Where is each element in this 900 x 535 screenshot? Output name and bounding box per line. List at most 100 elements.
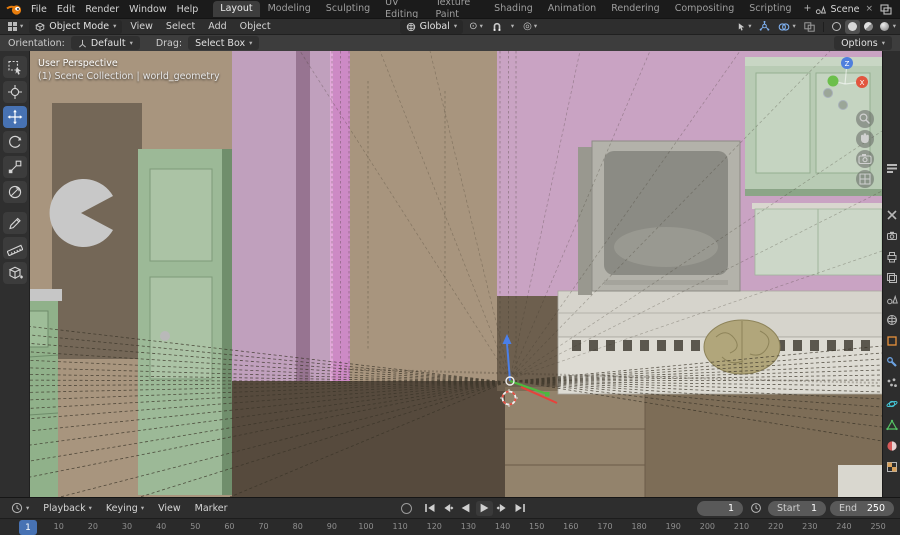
scene-name: Scene	[830, 3, 860, 15]
tab-sculpting[interactable]: Sculpting	[319, 1, 377, 17]
nav-axis-y[interactable]	[827, 75, 839, 87]
pivot-point-selector[interactable]: ⊙ ▾	[466, 20, 486, 34]
world-properties-icon	[886, 315, 897, 325]
frame-end-field[interactable]: End 250	[830, 500, 894, 516]
prev-keyframe-button[interactable]	[440, 501, 457, 516]
nav-axis-neg-y[interactable]	[823, 88, 833, 98]
tab-scene[interactable]	[884, 292, 900, 306]
menu-view[interactable]: View	[125, 20, 158, 33]
menu-edit[interactable]: Edit	[52, 3, 80, 16]
orientation-value: Default	[90, 37, 126, 49]
menu-add[interactable]: Add	[203, 20, 231, 33]
tool-select-box[interactable]	[2, 56, 27, 78]
viewport-canvas[interactable]: X Z	[0, 51, 882, 497]
timeline-editor-type-button[interactable]: ▾	[6, 501, 34, 515]
properties-editor-type-button[interactable]	[884, 161, 900, 175]
tab-world[interactable]	[884, 313, 900, 327]
menu-help[interactable]: Help	[172, 3, 204, 16]
tab-render[interactable]	[884, 229, 900, 243]
tab-material[interactable]	[884, 439, 900, 453]
camera-view-button[interactable]	[856, 150, 874, 168]
menu-window[interactable]: Window	[124, 3, 171, 16]
show-gizmo-button[interactable]	[756, 20, 773, 34]
play-reverse-button[interactable]	[458, 501, 475, 516]
overlays-icon	[779, 22, 790, 31]
jump-to-start-button[interactable]	[422, 501, 439, 516]
tab-rendering[interactable]: Rendering	[604, 1, 667, 17]
blender-logo-icon[interactable]	[6, 3, 23, 16]
tool-rotate[interactable]	[2, 131, 27, 153]
menu-keying[interactable]: Keying ▾	[101, 502, 149, 515]
tool-add-cube[interactable]	[2, 262, 27, 284]
tab-object-data[interactable]	[884, 418, 900, 432]
proportional-editing-button[interactable]: ◎ ▾	[520, 20, 540, 34]
timeline-ruler[interactable]: 1102030405060708090100110120130140150160…	[0, 518, 900, 535]
shading-material-button[interactable]	[861, 20, 876, 34]
editor-type-button[interactable]: ▾	[4, 20, 26, 34]
tab-compositing[interactable]: Compositing	[668, 1, 742, 17]
options-button[interactable]: Options ▾	[834, 36, 892, 50]
snap-toggle-button[interactable]	[489, 20, 505, 34]
jump-start-icon	[425, 504, 435, 512]
transform-orientation-selector[interactable]: Global ▾	[399, 19, 464, 34]
unlink-scene-button[interactable]: ×	[863, 4, 875, 14]
zoom-button[interactable]	[856, 110, 874, 128]
tab-animation[interactable]: Animation	[541, 1, 603, 17]
add-workspace-button[interactable]: +	[800, 1, 816, 17]
orientation-globe-icon	[406, 22, 415, 31]
mode-selector[interactable]: Object Mode ▾	[29, 19, 123, 34]
auto-keying-button[interactable]	[400, 502, 412, 514]
menu-file[interactable]: File	[26, 3, 52, 16]
frame-start-field[interactable]: Start 1	[768, 500, 826, 516]
tab-particles[interactable]	[884, 376, 900, 390]
drag-selector[interactable]: Select Box ▾	[188, 36, 260, 50]
shading-wireframe-button[interactable]	[829, 20, 844, 34]
pan-button[interactable]	[856, 130, 874, 148]
menu-object[interactable]: Object	[235, 20, 276, 33]
snap-settings-button[interactable]: ▾	[508, 20, 517, 34]
play-button[interactable]	[475, 500, 493, 516]
current-frame-field[interactable]: 1	[697, 500, 743, 516]
orientation-default-selector[interactable]: Default ▾	[70, 36, 140, 50]
tool-move[interactable]	[2, 106, 27, 128]
tab-view-layer[interactable]	[884, 271, 900, 285]
tab-layout[interactable]: Layout	[213, 1, 260, 17]
shading-rendered-button[interactable]	[877, 20, 892, 34]
menu-timeline-view[interactable]: View	[153, 502, 186, 515]
caret-icon: ▾	[479, 22, 483, 31]
nav-axis-neg-z[interactable]	[838, 100, 848, 110]
tab-object[interactable]	[884, 334, 900, 348]
menu-render[interactable]: Render	[80, 3, 124, 16]
tool-annotate[interactable]	[2, 212, 27, 234]
viewport-3d[interactable]: X Z User Perspective (1) Scene Collectio…	[0, 51, 882, 497]
menu-marker[interactable]: Marker	[190, 502, 233, 515]
toggle-xray-button[interactable]	[801, 20, 818, 34]
tool-measure[interactable]	[2, 237, 27, 259]
pivot-icon: ⊙	[469, 21, 478, 32]
tab-texture[interactable]	[884, 460, 900, 474]
tab-output[interactable]	[884, 250, 900, 264]
tool-transform[interactable]	[2, 181, 27, 203]
tab-modeling[interactable]: Modeling	[261, 1, 318, 17]
keying-set-button[interactable]	[747, 501, 764, 516]
tool-cursor[interactable]	[2, 81, 27, 103]
tab-modifiers[interactable]	[884, 355, 900, 369]
tool-scale[interactable]	[2, 156, 27, 178]
shading-solid-button[interactable]	[844, 19, 860, 34]
scene-selector[interactable]: Scene ×	[815, 4, 875, 15]
jump-to-end-button[interactable]	[512, 501, 529, 516]
show-overlays-button[interactable]: ▾	[775, 20, 798, 34]
view-layer-icon[interactable]	[880, 3, 892, 15]
play-icon	[480, 503, 489, 513]
playhead[interactable]: 1	[19, 520, 37, 535]
object-type-visibility-button[interactable]: ▾	[734, 20, 754, 34]
tab-shading[interactable]: Shading	[487, 1, 540, 17]
tab-scripting[interactable]: Scripting	[742, 1, 798, 17]
options-label: Options	[841, 37, 878, 49]
tab-tool[interactable]	[884, 208, 900, 222]
next-keyframe-button[interactable]	[494, 501, 511, 516]
menu-select[interactable]: Select	[161, 20, 200, 33]
tab-physics[interactable]	[884, 397, 900, 411]
ortho-toggle-button[interactable]	[856, 170, 874, 188]
menu-playback[interactable]: Playback ▾	[38, 502, 97, 515]
